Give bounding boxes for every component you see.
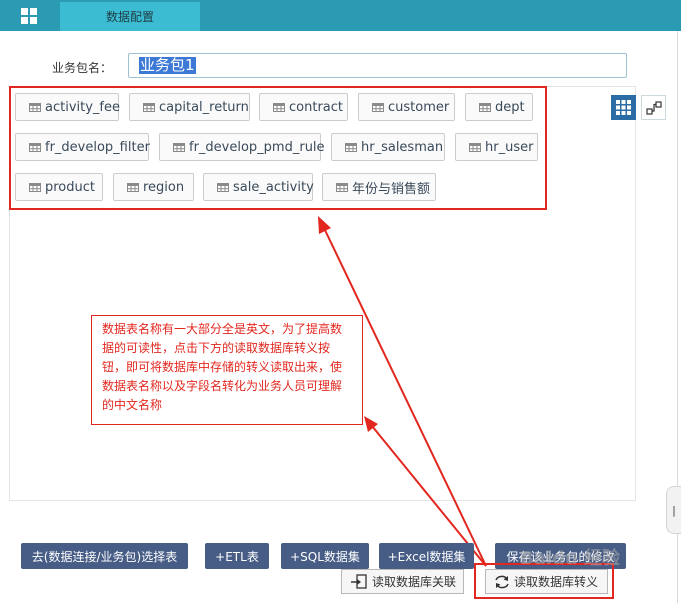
read-db-relation-label: 读取数据库关联 [372, 575, 457, 589]
add-etl-button[interactable]: +ETL表 [205, 543, 269, 569]
annotation-arrows [318, 216, 487, 567]
select-table-button[interactable]: 去(数据连接/业务包)选择表 [21, 543, 188, 569]
add-excel-dataset-button[interactable]: +Excel数据集 [379, 543, 474, 569]
import-icon [351, 573, 367, 589]
side-collapse-handle[interactable]: | [666, 486, 681, 534]
highlight-read-escape [474, 563, 614, 599]
read-db-relation-button[interactable]: 读取数据库关联 [341, 569, 464, 594]
arrow-to-tags [323, 227, 487, 567]
add-sql-dataset-button[interactable]: +SQL数据集 [281, 543, 369, 569]
